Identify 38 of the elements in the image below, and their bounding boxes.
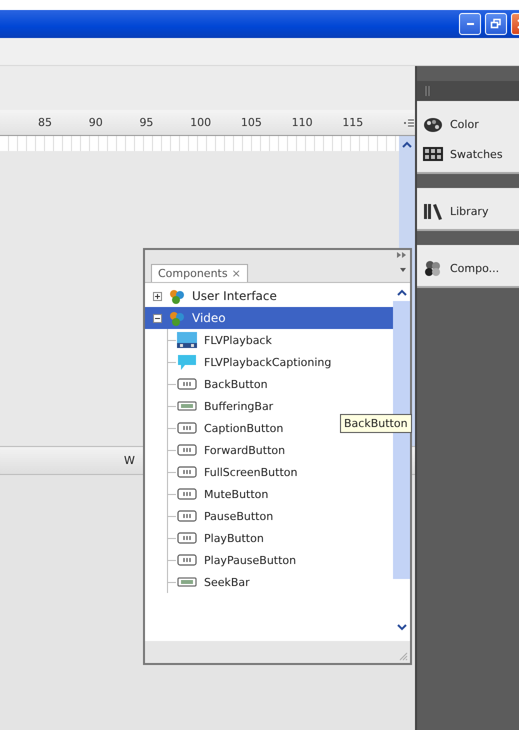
collapse-icon[interactable] xyxy=(397,252,406,258)
grip-icon[interactable] xyxy=(425,85,431,97)
panel-menu-icon[interactable] xyxy=(403,118,415,128)
restore-icon xyxy=(490,18,502,30)
frame-number: 100 xyxy=(190,116,212,129)
scroll-up-icon[interactable] xyxy=(402,141,412,149)
books-icon xyxy=(422,201,444,221)
tree-item[interactable]: User Interface xyxy=(145,285,393,307)
minimize-icon xyxy=(466,23,474,25)
frame-number: 105 xyxy=(240,116,263,129)
scroll-down-icon[interactable] xyxy=(396,623,406,631)
speech-bubble-icon xyxy=(176,353,198,371)
dropdown-icon[interactable] xyxy=(400,268,406,272)
cubes-icon xyxy=(168,288,186,304)
frame-number: 85 xyxy=(38,116,53,129)
dock-item[interactable]: Swatches xyxy=(417,139,519,169)
video-player-icon xyxy=(176,331,198,349)
collapse-box-icon[interactable] xyxy=(153,314,162,322)
swatches-icon xyxy=(422,144,444,164)
panel-tab[interactable]: Components × xyxy=(151,264,248,282)
frame-number: 110 xyxy=(292,116,314,129)
tree-item[interactable]: Video xyxy=(145,307,393,329)
dock-item[interactable]: Library xyxy=(417,196,519,226)
frame-number: 115 xyxy=(342,116,364,129)
tab-close[interactable]: × xyxy=(232,267,241,280)
dock-item[interactable]: Color xyxy=(417,109,519,139)
frame-number: 95 xyxy=(139,116,154,129)
toolbar-label: W xyxy=(124,454,135,467)
scroll-up-icon[interactable] xyxy=(396,289,406,297)
frame-number: 90 xyxy=(88,116,104,129)
restore-button[interactable] xyxy=(485,13,507,35)
cubes-icon xyxy=(168,310,186,326)
resize-grip-icon[interactable] xyxy=(398,651,408,661)
minimize-button[interactable] xyxy=(459,13,481,35)
expand-box-icon[interactable] xyxy=(153,292,162,300)
tooltip: BackButton xyxy=(340,414,412,433)
dock-item[interactable]: Compo... xyxy=(417,253,519,283)
tab-label: Components xyxy=(158,267,228,280)
